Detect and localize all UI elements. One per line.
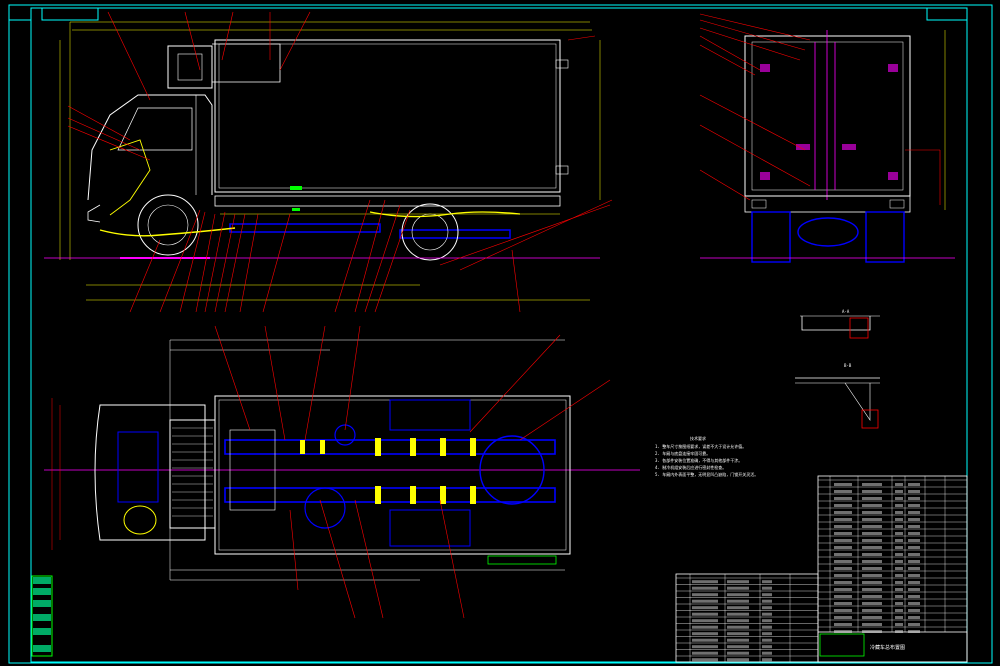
front-wheel [137,194,199,256]
top-view [44,339,640,581]
note-line: 1. 整车尺寸按图纸要求，误差不大于设计允许值。 [655,443,746,449]
side-view-leaders [67,11,613,313]
rear-axle [797,217,859,247]
drawing-number-box [41,7,99,21]
note-line: 2. 车厢与底盘连接牢固可靠。 [655,450,710,456]
steering-wheel [123,505,157,535]
cab-outline [87,94,213,201]
cargo-box-side [214,39,561,193]
notes-heading: 技术要求 [690,435,706,441]
left-stamp [31,575,53,657]
chassis-frame-right [224,487,556,503]
cad-drawing-sheet: A-A B-B 技术要求 1. 整车尺寸按图纸要求，误差不大于设计允许值。 2.… [0,0,1000,666]
section-label-a: A-A [842,309,850,314]
rear-left-wheels [751,211,791,263]
technical-notes: 技术要求 1. 整车尺寸按图纸要求，误差不大于设计允许值。 2. 车厢与底盘连接… [655,435,758,477]
note-line: 3. 各部件安装位置准确，不得与其他部件干涉。 [655,457,742,463]
refrigeration-condenser [169,419,216,529]
drawing-title: 冷藏车总布置图 [870,644,905,651]
note-line: 4. 制冷机组安装后应进行密封性检查。 [655,464,726,470]
rear-wheel [401,203,459,261]
drawing-canvas: A-A B-B 技术要求 1. 整车尺寸按图纸要求，误差不大于设计允许值。 2.… [8,4,993,664]
chassis-frame-left [224,439,556,455]
rear-suspension [369,211,521,218]
side-view [44,21,601,301]
section-detail-b: B-B [795,363,880,429]
cab-top [94,404,206,541]
refrigeration-unit [167,45,213,89]
note-line: 5. 车厢内外表面平整，无明显凹凸缺陷，门锁开关灵活。 [655,471,758,477]
title-block: 冷藏车总布置图 [675,475,968,663]
rear-right-wheels [865,211,905,263]
front-suspension [99,227,236,237]
section-label-b: B-B [844,363,852,368]
section-detail-a: A-A [800,309,880,339]
frame-rail [229,223,381,233]
cargo-box-top [214,395,571,555]
top-view-leaders [214,325,611,619]
